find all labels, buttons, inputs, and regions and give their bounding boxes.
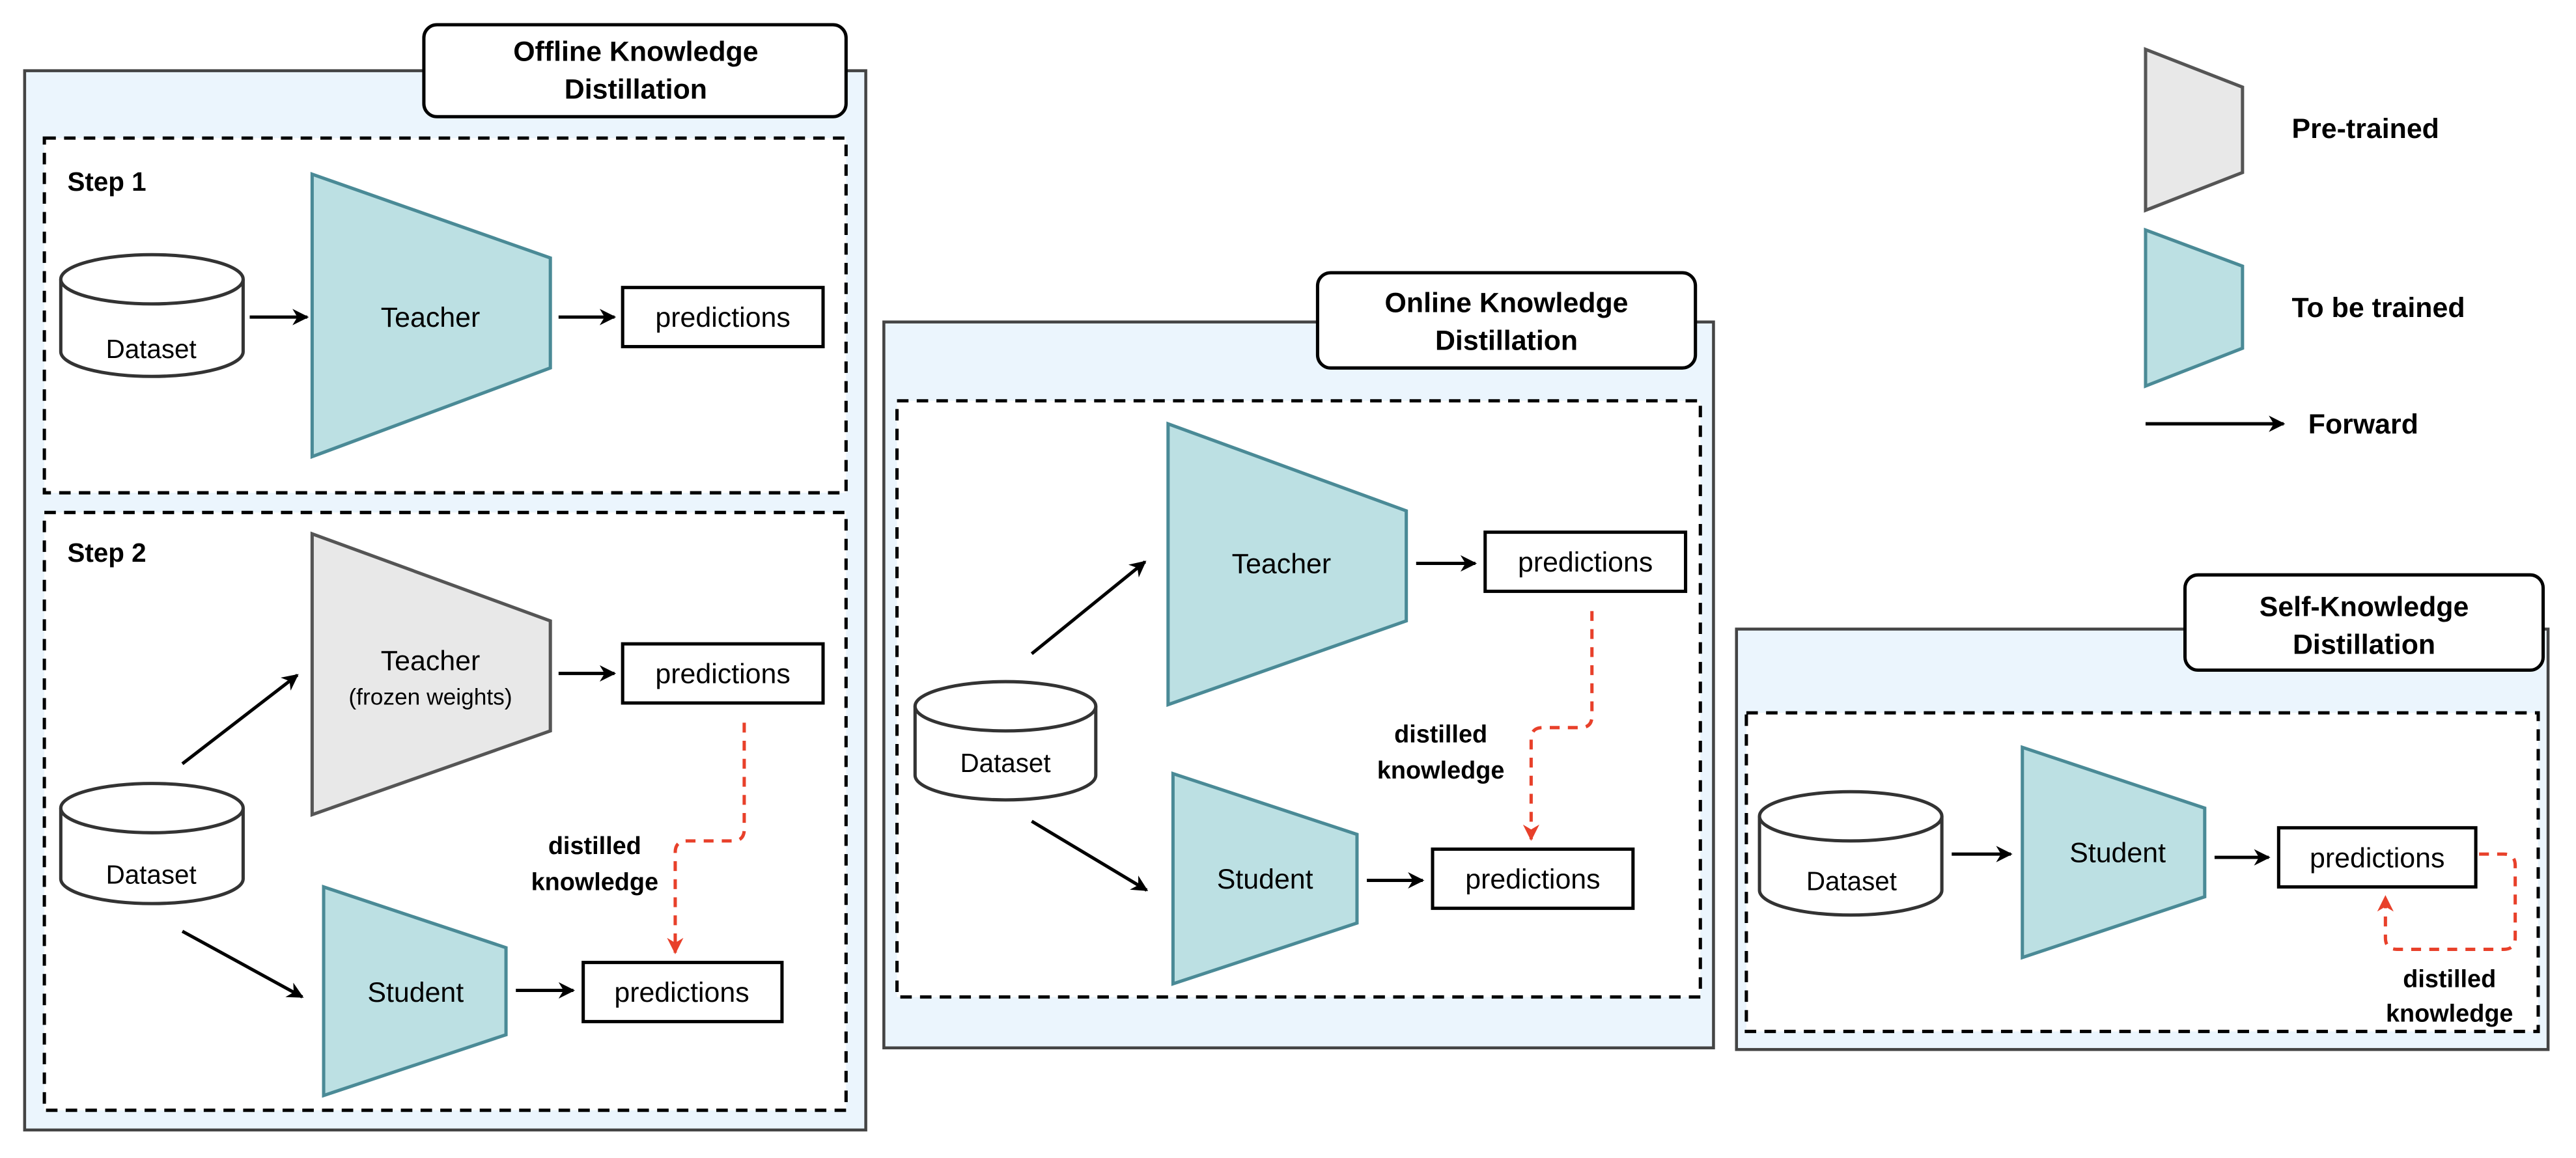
self-title-2: Distillation [2293,629,2435,660]
distilled-knowledge-label: knowledge [1377,757,1504,784]
predictions-label: predictions [655,659,790,690]
teacher-label: Teacher [1232,549,1332,580]
distilled-knowledge-label: knowledge [531,869,658,896]
frozen-weights-note: (frozen weights) [348,685,512,710]
teacher-label: Teacher [381,646,481,677]
predictions-label: predictions [1465,864,1600,895]
to-be-trained-legend-icon [2144,227,2245,389]
step1-label: Step 1 [67,167,146,197]
predictions-label: predictions [1518,547,1653,578]
dataset-icon [913,680,1098,802]
legend-pretrained: Pre-trained [2292,113,2439,145]
self-title-1: Self-Knowledge [2260,591,2469,622]
online-title-2: Distillation [1435,325,1578,357]
step1-box: Step 1 Dataset Teacher predictions [42,136,848,495]
dataset-icon [1757,790,1944,917]
student-label: Student [2069,838,2166,869]
dataset-label: Dataset [106,860,197,890]
distilled-knowledge-label: distilled [548,833,641,860]
legend-forward: Forward [2308,409,2418,440]
student-label: Student [1217,864,1313,895]
legend: Pre-trained To be trained Forward [2144,47,2465,440]
teacher-label: Teacher [381,302,481,333]
online-panel: Online Knowledge Distillation Teacher pr… [882,271,1715,1050]
offline-panel: Offline Knowledge Distillation Step 1 Da… [23,23,867,1132]
predictions-label: predictions [614,977,749,1008]
dataset-label: Dataset [960,748,1051,778]
distilled-knowledge-label: distilled [1394,721,1487,749]
predictions-label: predictions [2310,842,2444,874]
kd-diagram: Offline Knowledge Distillation Step 1 Da… [23,23,2550,1132]
legend-to-be-trained: To be trained [2292,292,2465,324]
step2-box: Step 2 Teacher (frozen weights) predicti… [42,510,848,1112]
dataset-label: Dataset [106,334,197,364]
step2-label: Step 2 [67,538,146,568]
offline-title-1: Offline Knowledge [513,36,758,68]
online-title-1: Online Knowledge [1385,288,1629,319]
self-panel: Self-Knowledge Distillation Dataset Stud… [1735,573,2550,1051]
distilled-knowledge-label: distilled [2403,965,2496,993]
distilled-knowledge-label: knowledge [2386,1000,2513,1027]
student-label: Student [367,977,464,1008]
dataset-label: Dataset [1806,866,1897,896]
offline-title-2: Distillation [565,74,707,105]
pretrained-legend-icon [2144,47,2245,213]
predictions-label: predictions [655,302,790,333]
